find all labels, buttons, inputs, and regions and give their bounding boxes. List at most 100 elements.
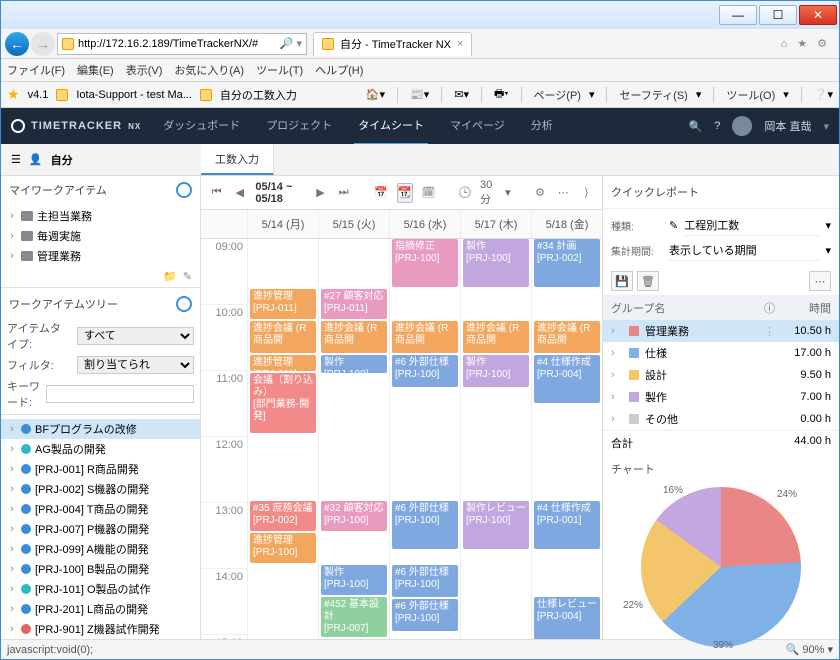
- home-icon[interactable]: 🏠▾: [366, 88, 385, 101]
- tree-item[interactable]: ›[PRJ-002] S機器の開発: [1, 479, 200, 499]
- nav-4[interactable]: 分析: [527, 107, 557, 145]
- tools-icon[interactable]: ⚙: [817, 37, 827, 50]
- kind-value[interactable]: 工程別工数: [684, 215, 819, 236]
- ie-menu-item[interactable]: お気に入り(A): [174, 62, 244, 78]
- calendar-event[interactable]: 進捗会議 (R商品開: [250, 321, 316, 353]
- tree-item[interactable]: ›[PRJ-001] R商品開発: [1, 459, 200, 479]
- nav-2[interactable]: タイムシート: [354, 107, 428, 145]
- calendar-event[interactable]: 進捗会議 (R商品開: [321, 321, 387, 353]
- date-range[interactable]: 05/14 ~ 05/18: [255, 181, 305, 205]
- calendar-event[interactable]: 進捗会議 (R商品開: [463, 321, 529, 353]
- menu-icon[interactable]: ☰: [11, 153, 21, 166]
- calendar-event[interactable]: 会議（割り込み）[部門業務-開発]: [250, 373, 316, 433]
- tools-menu[interactable]: ツール(O): [726, 87, 775, 103]
- edit-icon[interactable]: ✎: [183, 271, 192, 283]
- minimize-button[interactable]: —: [719, 5, 757, 25]
- calendar-event[interactable]: #35 庶務会議[PRJ-002]: [250, 501, 316, 531]
- calendar-event[interactable]: #6 外部仕様[PRJ-100]: [392, 599, 458, 631]
- print-icon[interactable]: 🖶▾: [494, 85, 508, 104]
- calendar-event[interactable]: 進捗会議 (R商品開: [392, 321, 458, 353]
- prev-icon[interactable]: ◀: [232, 183, 247, 203]
- more-icon[interactable]: ⋯: [809, 271, 831, 291]
- day-column[interactable]: #34 計画[PRJ-002] 進捗会議 (R商品開#4 仕様作成[PRJ-004…: [531, 239, 602, 639]
- calendar-event[interactable]: #4 仕様作成[PRJ-001]: [534, 501, 600, 549]
- refresh-icon[interactable]: [176, 296, 192, 312]
- day-column[interactable]: 指摘修正[PRJ-100]進捗会議 (R商品開#6 外部仕様[PRJ-100]#…: [389, 239, 460, 639]
- fav-link-2[interactable]: 自分の工数入力: [220, 87, 297, 103]
- report-row[interactable]: ›管理業務⋮10.50 h: [603, 320, 839, 342]
- ie-menu-item[interactable]: ファイル(F): [7, 62, 65, 78]
- calendar-event[interactable]: 指摘修正[PRJ-100]: [392, 239, 458, 287]
- brand-logo[interactable]: TIMETRACKERNX: [11, 119, 141, 133]
- info-icon[interactable]: ⓘ: [764, 300, 775, 316]
- tab-close-icon[interactable]: ×: [457, 38, 463, 50]
- delete-icon[interactable]: 🗑: [637, 271, 659, 291]
- calendar-event[interactable]: #32 顧客対応[PRJ-100]: [321, 501, 387, 531]
- calendar-event[interactable]: 製作[PRJ-100]: [321, 565, 387, 595]
- report-row[interactable]: ›製作7.00 h: [603, 386, 839, 408]
- report-row[interactable]: ›その他0.00 h: [603, 408, 839, 430]
- page-menu[interactable]: ページ(P): [534, 87, 581, 103]
- tree-item[interactable]: ›[PRJ-901] Z機器試作開発: [1, 619, 200, 639]
- tree-item[interactable]: ›[PRJ-004] T商品の開発: [1, 499, 200, 519]
- calendar-event[interactable]: #452 基本設計[PRJ-007]: [321, 597, 387, 637]
- favorites-icon[interactable]: ★: [797, 37, 807, 50]
- ie-menu-item[interactable]: ツール(T): [256, 62, 303, 78]
- more-icon[interactable]: ⋯: [556, 183, 571, 203]
- close-button[interactable]: ✕: [799, 5, 837, 25]
- itemtype-select[interactable]: すべて: [77, 327, 194, 345]
- tree-item[interactable]: ›[PRJ-100] B製品の開発: [1, 559, 200, 579]
- settings-icon[interactable]: ⚙: [532, 183, 547, 203]
- back-button[interactable]: ←: [5, 32, 29, 56]
- calendar-event[interactable]: 製作[PRJ-100]: [321, 355, 387, 373]
- help-icon[interactable]: ❔▾: [814, 88, 833, 101]
- calendar-event[interactable]: #4 仕様作成[PRJ-004]: [534, 355, 600, 403]
- calendar-event[interactable]: #6 外部仕様[PRJ-100]: [392, 501, 458, 549]
- report-row[interactable]: ›設計9.50 h: [603, 364, 839, 386]
- user-name[interactable]: 岡本 直哉: [764, 118, 811, 134]
- version-label[interactable]: v4.1: [28, 89, 49, 101]
- nav-1[interactable]: プロジェクト: [262, 107, 336, 145]
- avatar[interactable]: [732, 116, 752, 136]
- calendar-event[interactable]: #6 外部仕様[PRJ-100]: [392, 565, 458, 597]
- tree-item[interactable]: ›[PRJ-007] P機器の開発: [1, 519, 200, 539]
- ie-menu-item[interactable]: ヘルプ(H): [315, 62, 363, 78]
- tree-item[interactable]: ›[PRJ-201] L商品の開発: [1, 599, 200, 619]
- calendar-event[interactable]: 仕様レビュー[PRJ-004]: [534, 597, 600, 639]
- maximize-button[interactable]: ☐: [759, 5, 797, 25]
- next-icon[interactable]: ▶: [313, 183, 328, 203]
- mail-icon[interactable]: ✉▾: [454, 88, 469, 101]
- mywork-item[interactable]: ›管理業務: [1, 246, 200, 266]
- browser-tab[interactable]: 自分 - TimeTracker NX ×: [313, 32, 472, 56]
- tree-item[interactable]: ›[PRJ-101] O製品の試作: [1, 579, 200, 599]
- calendar-event[interactable]: 進捗会議 (R商品開: [534, 321, 600, 353]
- month-view-icon[interactable]: 🗓: [421, 183, 437, 203]
- refresh-icon[interactable]: [176, 182, 192, 198]
- home-icon[interactable]: ⌂: [781, 38, 788, 50]
- calendar-event[interactable]: #34 計画[PRJ-002]: [534, 239, 600, 287]
- help-icon[interactable]: ?: [714, 120, 720, 132]
- tree-item[interactable]: ›BFプログラムの改修: [1, 419, 200, 439]
- filter-select[interactable]: 割り当てられ: [77, 356, 194, 374]
- report-row[interactable]: ›仕様17.00 h: [603, 342, 839, 364]
- folder-icon[interactable]: 📁: [163, 271, 177, 283]
- nav-3[interactable]: マイページ: [446, 107, 509, 145]
- star-icon[interactable]: ★: [7, 86, 20, 103]
- calendar-event[interactable]: 製作レビュー[PRJ-100]: [463, 501, 529, 549]
- week-view-icon[interactable]: 📆: [397, 183, 413, 203]
- mywork-item[interactable]: ›主担当業務: [1, 206, 200, 226]
- period-value[interactable]: 表示している期間: [669, 240, 819, 261]
- calendar-event[interactable]: 進捗管理[PRJ-011]: [250, 289, 316, 319]
- calendar-event[interactable]: 進捗管理[PRJ-100]: [250, 533, 316, 563]
- tree-item[interactable]: ›[PRJ-099] A機能の開発: [1, 539, 200, 559]
- day-column[interactable]: 進捗管理[PRJ-011]進捗会議 (R商品開進捗管理[PRJ-011]会議（割…: [247, 239, 318, 639]
- collapse-icon[interactable]: ⟩: [579, 183, 594, 203]
- ie-menu-item[interactable]: 編集(E): [77, 62, 114, 78]
- forward-button[interactable]: →: [31, 32, 55, 56]
- feed-icon[interactable]: 📰▾: [410, 88, 429, 101]
- calendar-event[interactable]: 製作[PRJ-100]: [463, 355, 529, 387]
- edit-icon[interactable]: ✎: [669, 219, 678, 232]
- time-step[interactable]: 30分: [480, 179, 497, 207]
- last-icon[interactable]: ⏭: [336, 183, 351, 203]
- day-view-icon[interactable]: 📅: [373, 183, 389, 203]
